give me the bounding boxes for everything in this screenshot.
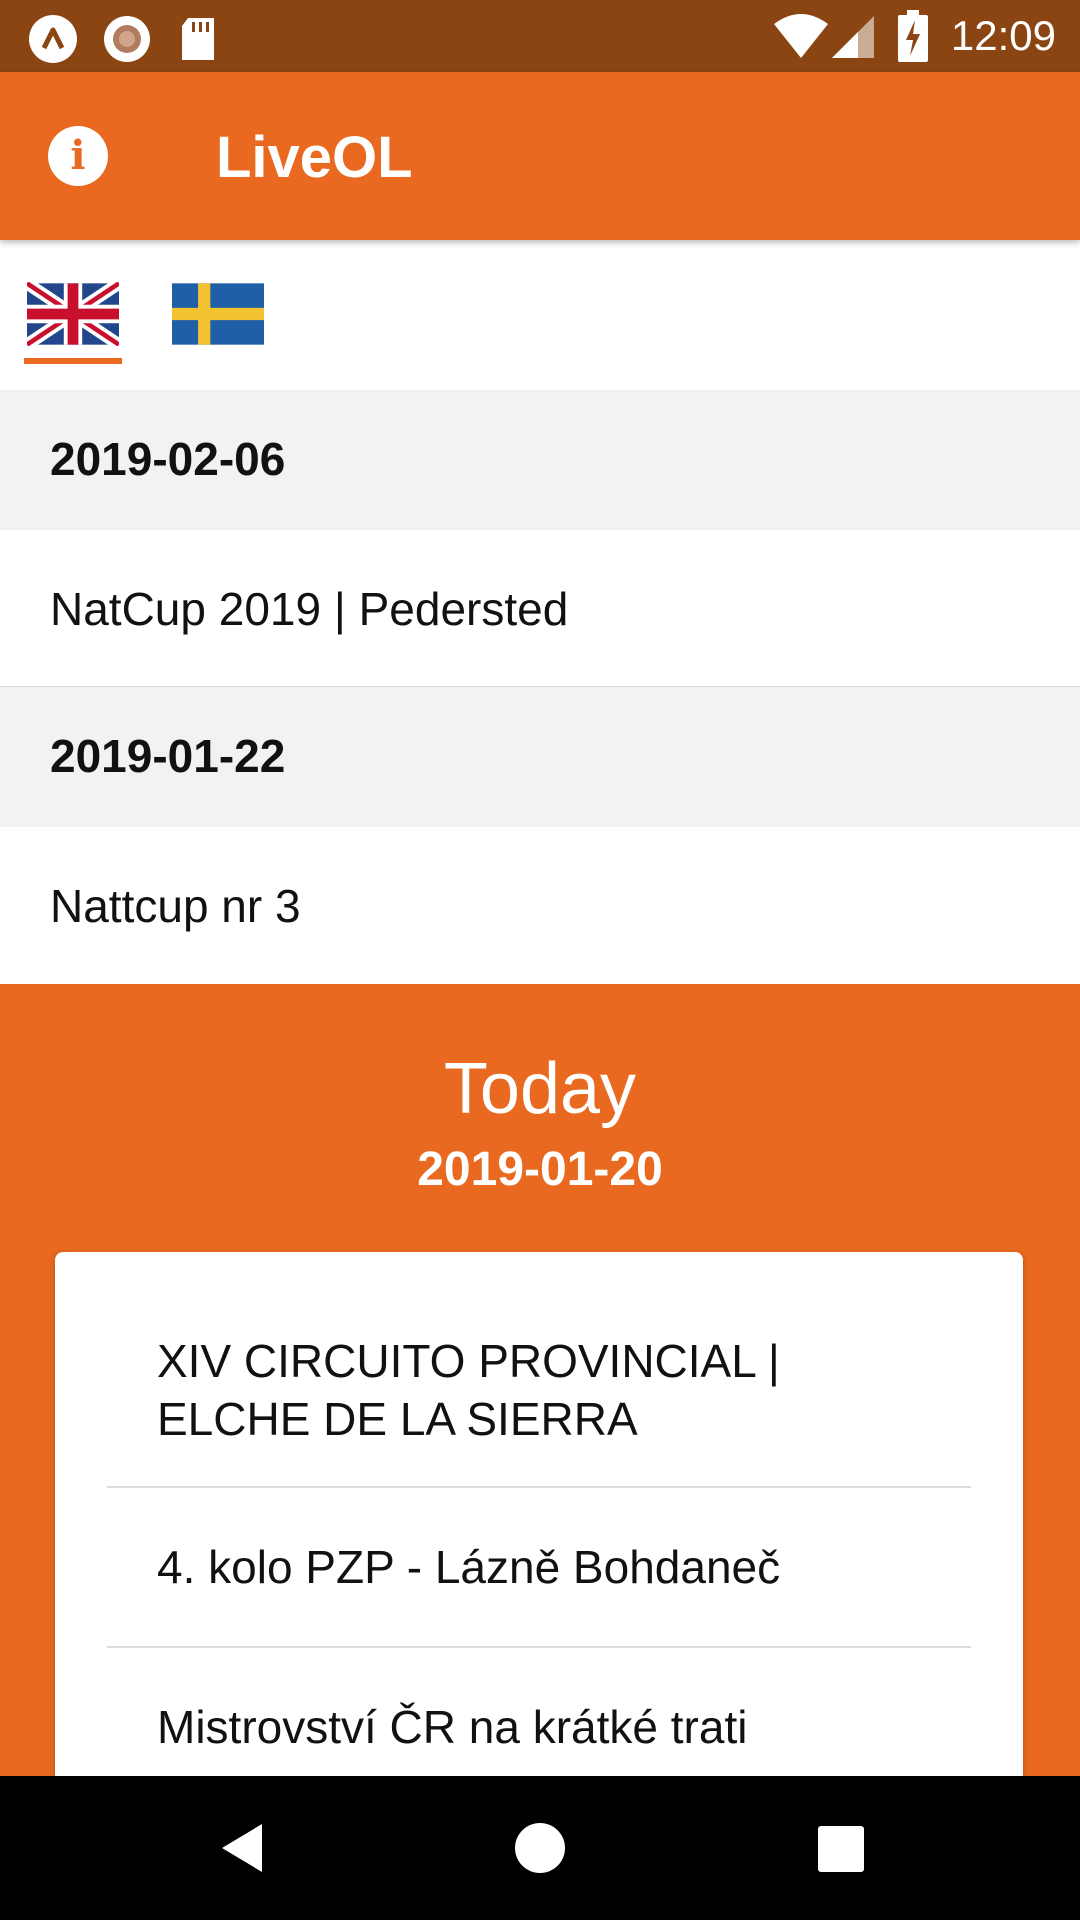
info-icon[interactable]: i — [48, 126, 108, 186]
competition-name: ELCHE DE LA SIERRA — [157, 1393, 638, 1445]
competition-name: Mistrovství ČR na krátké trati — [157, 1701, 748, 1753]
today-date: 2019-01-20 — [417, 1143, 663, 1196]
today-card: XIV CIRCUITO PROVINCIAL | ELCHE DE LA SI… — [55, 1252, 1023, 1812]
list-item[interactable]: NatCup 2019 | Pedersted — [0, 530, 1080, 687]
status-bar: 12:09 — [0, 0, 1080, 72]
navigation-bar — [0, 1776, 1080, 1920]
record-icon — [104, 16, 150, 62]
home-icon[interactable] — [510, 1818, 570, 1878]
language-tabs — [0, 240, 1080, 390]
list-item[interactable]: Nattcup nr 3 — [0, 827, 1080, 984]
recents-icon[interactable] — [816, 1818, 866, 1878]
wifi-icon — [774, 14, 828, 58]
back-icon[interactable] — [214, 1818, 274, 1878]
date-header: 2019-02-06 — [0, 390, 1080, 530]
selected-tab-indicator — [24, 358, 122, 364]
app-icon — [29, 15, 77, 63]
sweden-flag-icon[interactable] — [172, 282, 264, 346]
today-list-item[interactable]: XIV CIRCUITO PROVINCIAL | ELCHE DE LA SI… — [107, 1252, 971, 1488]
competition-name: XIV CIRCUITO PROVINCIAL | — [157, 1335, 780, 1387]
app-title: LiveOL — [216, 125, 413, 190]
signal-icon — [832, 16, 874, 58]
date-header: 2019-01-22 — [0, 687, 1080, 827]
date-header-label: 2019-01-22 — [50, 730, 286, 782]
competition-name: 4. kolo PZP - Lázně Bohdaneč — [157, 1541, 781, 1593]
app-bar: i LiveOL — [0, 72, 1080, 240]
competition-name: NatCup 2019 | Pedersted — [50, 583, 569, 635]
today-section: Today 2019-01-20 XIV CIRCUITO PROVINCIAL… — [0, 984, 1080, 1812]
today-list-item[interactable]: 4. kolo PZP - Lázně Bohdaneč — [107, 1488, 971, 1648]
sd-card-icon — [182, 18, 214, 60]
uk-flag-icon[interactable] — [27, 282, 119, 346]
competition-name: Nattcup nr 3 — [50, 880, 301, 932]
status-time: 12:09 — [950, 12, 1056, 59]
date-header-label: 2019-02-06 — [50, 433, 286, 485]
today-label: Today — [443, 1049, 637, 1129]
battery-charging-icon — [898, 10, 928, 62]
